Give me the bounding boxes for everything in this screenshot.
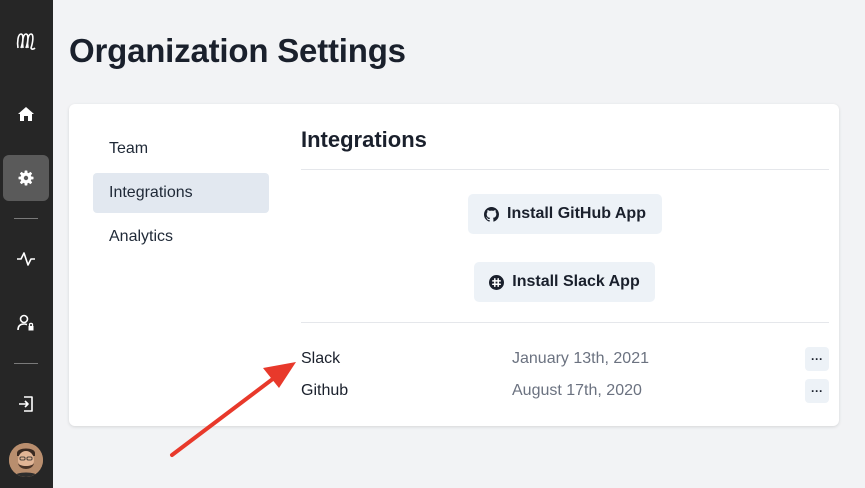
page-title: Organization Settings bbox=[69, 32, 406, 69]
settings-nav-integrations[interactable]: Integrations bbox=[93, 173, 269, 213]
install-github-app-button[interactable]: Install GitHub App bbox=[468, 194, 662, 234]
home-icon[interactable] bbox=[3, 91, 49, 137]
install-slack-app-button[interactable]: Install Slack App bbox=[474, 262, 655, 302]
annotation-arrow bbox=[170, 362, 296, 457]
gear-icon[interactable] bbox=[3, 155, 49, 201]
divider bbox=[301, 169, 829, 170]
integration-date-github: August 17th, 2020 bbox=[512, 382, 642, 399]
more-options-button-slack[interactable]: ··· bbox=[805, 347, 829, 371]
activity-icon[interactable] bbox=[3, 236, 49, 282]
install-github-app-label: Install GitHub App bbox=[507, 205, 646, 222]
user-lock-icon[interactable] bbox=[3, 300, 49, 346]
more-options-button-github[interactable]: ··· bbox=[805, 379, 829, 403]
avatar[interactable] bbox=[9, 443, 43, 477]
logo-icon[interactable] bbox=[3, 18, 49, 64]
sidebar-divider bbox=[14, 363, 38, 364]
settings-nav-team[interactable]: Team bbox=[93, 129, 269, 169]
install-slack-app-label: Install Slack App bbox=[512, 273, 640, 290]
github-icon bbox=[484, 206, 500, 222]
integration-name-slack: Slack bbox=[301, 350, 341, 367]
settings-nav-analytics[interactable]: Analytics bbox=[93, 217, 269, 257]
sidebar-divider bbox=[14, 218, 38, 219]
slack-icon bbox=[489, 274, 505, 290]
section-title: Integrations bbox=[301, 127, 427, 152]
sidebar bbox=[0, 0, 53, 488]
integration-name-github: Github bbox=[301, 382, 349, 399]
logout-icon[interactable] bbox=[3, 381, 49, 427]
divider bbox=[301, 322, 829, 323]
integration-date-slack: January 13th, 2021 bbox=[512, 350, 649, 367]
